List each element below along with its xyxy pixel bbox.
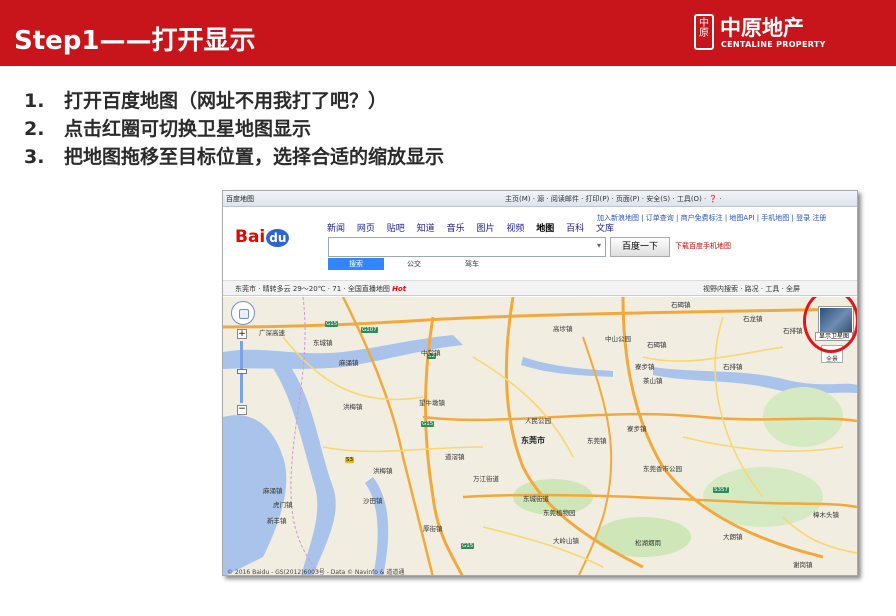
baidu-top-links[interactable]: 加入新浪地图 | 订单查询 | 商户免费标注 | 地图API | 手机地图 | … [597, 213, 826, 223]
map-place-label: 东莞植物园 [543, 509, 576, 517]
zoom-slider-handle[interactable] [237, 369, 247, 374]
tab-bus[interactable]: 公交 [386, 258, 442, 270]
nav-map[interactable]: 地图 [536, 224, 554, 234]
map-tools[interactable]: 视野内搜索 · 路况 · 工具 · 全屏 [703, 284, 800, 294]
logo-name-en: CENTALINE PROPERTY [721, 40, 826, 49]
tab-search[interactable]: 搜索 [328, 258, 384, 270]
road-badge: S357 [713, 487, 729, 493]
slide-title: Step1——打开显示 [14, 26, 256, 56]
map-place-label: 洪梅镇 [373, 467, 393, 475]
logo-seal-icon: 中原 [694, 14, 714, 50]
step-1: 1. 打开百度地图（网址不用我打了吧？） [24, 90, 388, 112]
map-place-label: 石碣镇 [647, 341, 667, 349]
map-place-label: 茶山镇 [643, 377, 663, 385]
road-badge: G107 [361, 327, 378, 333]
nav-video[interactable]: 视频 [506, 224, 524, 234]
nav-wenku[interactable]: 文库 [596, 224, 614, 234]
map-place-label: 中堂镇 [421, 349, 441, 357]
search-button[interactable]: 百度一下 [610, 237, 670, 257]
browser-tab[interactable]: 百度地图 [226, 194, 254, 204]
map-search-input[interactable]: ▾ [328, 237, 606, 257]
road-badge: G15 [461, 543, 475, 549]
map-canvas[interactable]: G15 G107 S2 G15 S3 S357 G15 石碣镇 石龙镇 高埗镇 石排镇… [223, 297, 857, 576]
dropdown-arrow-icon[interactable]: ▾ [597, 241, 601, 250]
road-badge: S3 [345, 457, 354, 463]
map-place-label: 石排镇 [783, 327, 803, 335]
nav-zhidao[interactable]: 知道 [417, 224, 435, 234]
slide-header: Step1——打开显示 中原 中原地产 CENTALINE PROPERTY [0, 0, 896, 66]
map-place-label: 人民公园 [525, 417, 551, 425]
browser-tab-bar: 百度地图 主页(M) · 源 · 阅读邮件 · 打印(P) · 页面(P) · … [223, 191, 857, 207]
map-place-label: 石排镇 [723, 363, 743, 371]
nav-baike[interactable]: 百科 [566, 224, 584, 234]
nav-web[interactable]: 网页 [357, 224, 375, 234]
step-list: 1. 打开百度地图（网址不用我打了吧？） 2. 点击红圈可切换卫星地图显示 3. 把地… [24, 86, 444, 170]
browser-screenshot: 百度地图 主页(M) · 源 · 阅读邮件 · 打印(P) · 页面(P) · … [222, 190, 858, 576]
road-badge: G15 [421, 421, 435, 427]
nav-music[interactable]: 音乐 [447, 224, 465, 234]
map-place-label: 中山公园 [605, 335, 631, 343]
map-place-label: 东城街道 [523, 495, 549, 503]
logo-name-cn: 中原地产 [720, 16, 804, 40]
map-place-label: 石龙镇 [743, 315, 763, 323]
map-place-label: 松湖烟雨 [635, 539, 661, 547]
road-badge: G15 [325, 321, 339, 327]
nav-images[interactable]: 图片 [476, 224, 494, 234]
step-2: 2. 点击红圈可切换卫星地图显示 [24, 118, 312, 140]
map-place-label: 万江街道 [473, 475, 499, 483]
pan-control-icon[interactable] [231, 301, 255, 325]
map-place-label: 麻涌镇 [339, 359, 359, 367]
map-place-label: 东莞香市公园 [643, 465, 682, 473]
map-place-label: 寮步镇 [635, 363, 655, 371]
map-place-label: 洪梅镇 [343, 403, 363, 411]
map-place-label: 寮步镇 [627, 425, 647, 433]
nav-tieba[interactable]: 贴吧 [387, 224, 405, 234]
map-place-label: 新丰镇 [267, 517, 287, 525]
step-3: 3. 把地图拖移至目标位置，选择合适的缩放显示 [24, 146, 445, 168]
map-toolbar: 东莞市 · 晴转多云 29～20℃ · 71 · 全国直播地图 Hot 视野内搜… [223, 280, 857, 296]
map-place-label: 广深高速 [259, 329, 285, 337]
city-weather-info[interactable]: 东莞市 · 晴转多云 29～20℃ · 71 · 全国直播地图 Hot [235, 284, 406, 294]
highlight-circle [803, 297, 857, 353]
download-app-link[interactable]: 下载百度手机地图 [675, 241, 731, 251]
map-place-label: 大岭山镇 [553, 537, 579, 545]
map-city-label: 东莞市 [521, 436, 545, 445]
zoom-out-button[interactable]: − [237, 405, 247, 415]
map-place-label: 虎门镇 [273, 501, 293, 509]
browser-command-bar[interactable]: 主页(M) · 源 · 阅读邮件 · 打印(P) · 页面(P) · 安全(S)… [505, 194, 722, 204]
tab-drive[interactable]: 驾车 [444, 258, 500, 270]
nav-news[interactable]: 新闻 [327, 224, 345, 234]
map-place-label: 望牛墩镇 [419, 399, 445, 407]
map-place-label: 麻涌镇 [263, 487, 283, 495]
map-copyright: © 2016 Baidu - GS(2012)6003号 - Data © Na… [227, 569, 405, 576]
map-place-label: 大朗镇 [723, 533, 743, 541]
zoom-control: + − [237, 329, 247, 417]
map-place-label: 沙田镇 [363, 497, 383, 505]
baidu-paw-icon: du [266, 229, 290, 247]
hot-badge: Hot [392, 285, 407, 293]
map-place-label: 东莞镇 [587, 437, 607, 445]
baidu-map-logo[interactable]: Baidu地图 [235, 227, 857, 575]
centaline-logo: 中原 中原地产 CENTALINE PROPERTY [694, 14, 884, 54]
map-place-label: 高埗镇 [553, 325, 573, 333]
map-place-label: 谢岗镇 [793, 561, 813, 569]
map-place-label: 石碣镇 [671, 301, 691, 309]
zoom-in-button[interactable]: + [237, 329, 247, 339]
baidu-product-nav: 新闻 网页 贴吧 知道 音乐 图片 视频 地图 百科 文库 [327, 221, 623, 234]
map-place-label: 道滘镇 [445, 453, 465, 461]
map-place-label: 东城镇 [313, 339, 333, 347]
map-place-label: 樟木头镇 [813, 511, 839, 519]
map-place-label: 厚街镇 [423, 525, 443, 533]
